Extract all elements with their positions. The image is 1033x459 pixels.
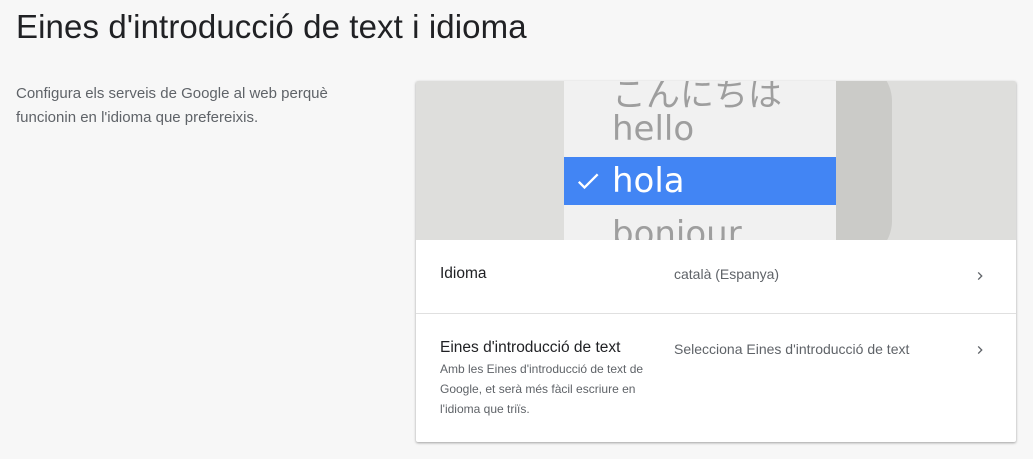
chevron-right-icon[interactable] (972, 268, 988, 284)
chevron-right-icon[interactable] (972, 342, 988, 358)
word-english: hello (612, 109, 695, 149)
language-value: català (Espanya) (674, 266, 780, 282)
language-setting-row[interactable]: Idioma català (Espanya) (416, 240, 1016, 314)
input-tools-value: Selecciona Eines d'introducció de text (674, 341, 910, 357)
selected-word-row: hola (564, 157, 836, 205)
language-label: Idioma (440, 265, 487, 282)
word-picker-panel: こんにちは hello hola bonjour (564, 81, 836, 240)
page-title: Eines d'introducció de text i idioma (16, 8, 527, 45)
input-tools-label: Eines d'introducció de text (440, 339, 621, 356)
word-selected: hola (612, 161, 685, 201)
input-tools-setting-row[interactable]: Eines d'introducció de text Amb les Eine… (416, 314, 1016, 442)
input-tools-description: Amb les Eines d'introducció de text de G… (440, 362, 644, 416)
word-french: bonjour (612, 214, 742, 240)
language-illustration: こんにちは hello hola bonjour (416, 81, 1016, 240)
settings-card: こんにちは hello hola bonjour Idioma català (… (416, 81, 1016, 442)
check-icon (577, 173, 599, 190)
intro-text: Configura els serveis de Google al web p… (16, 85, 328, 126)
